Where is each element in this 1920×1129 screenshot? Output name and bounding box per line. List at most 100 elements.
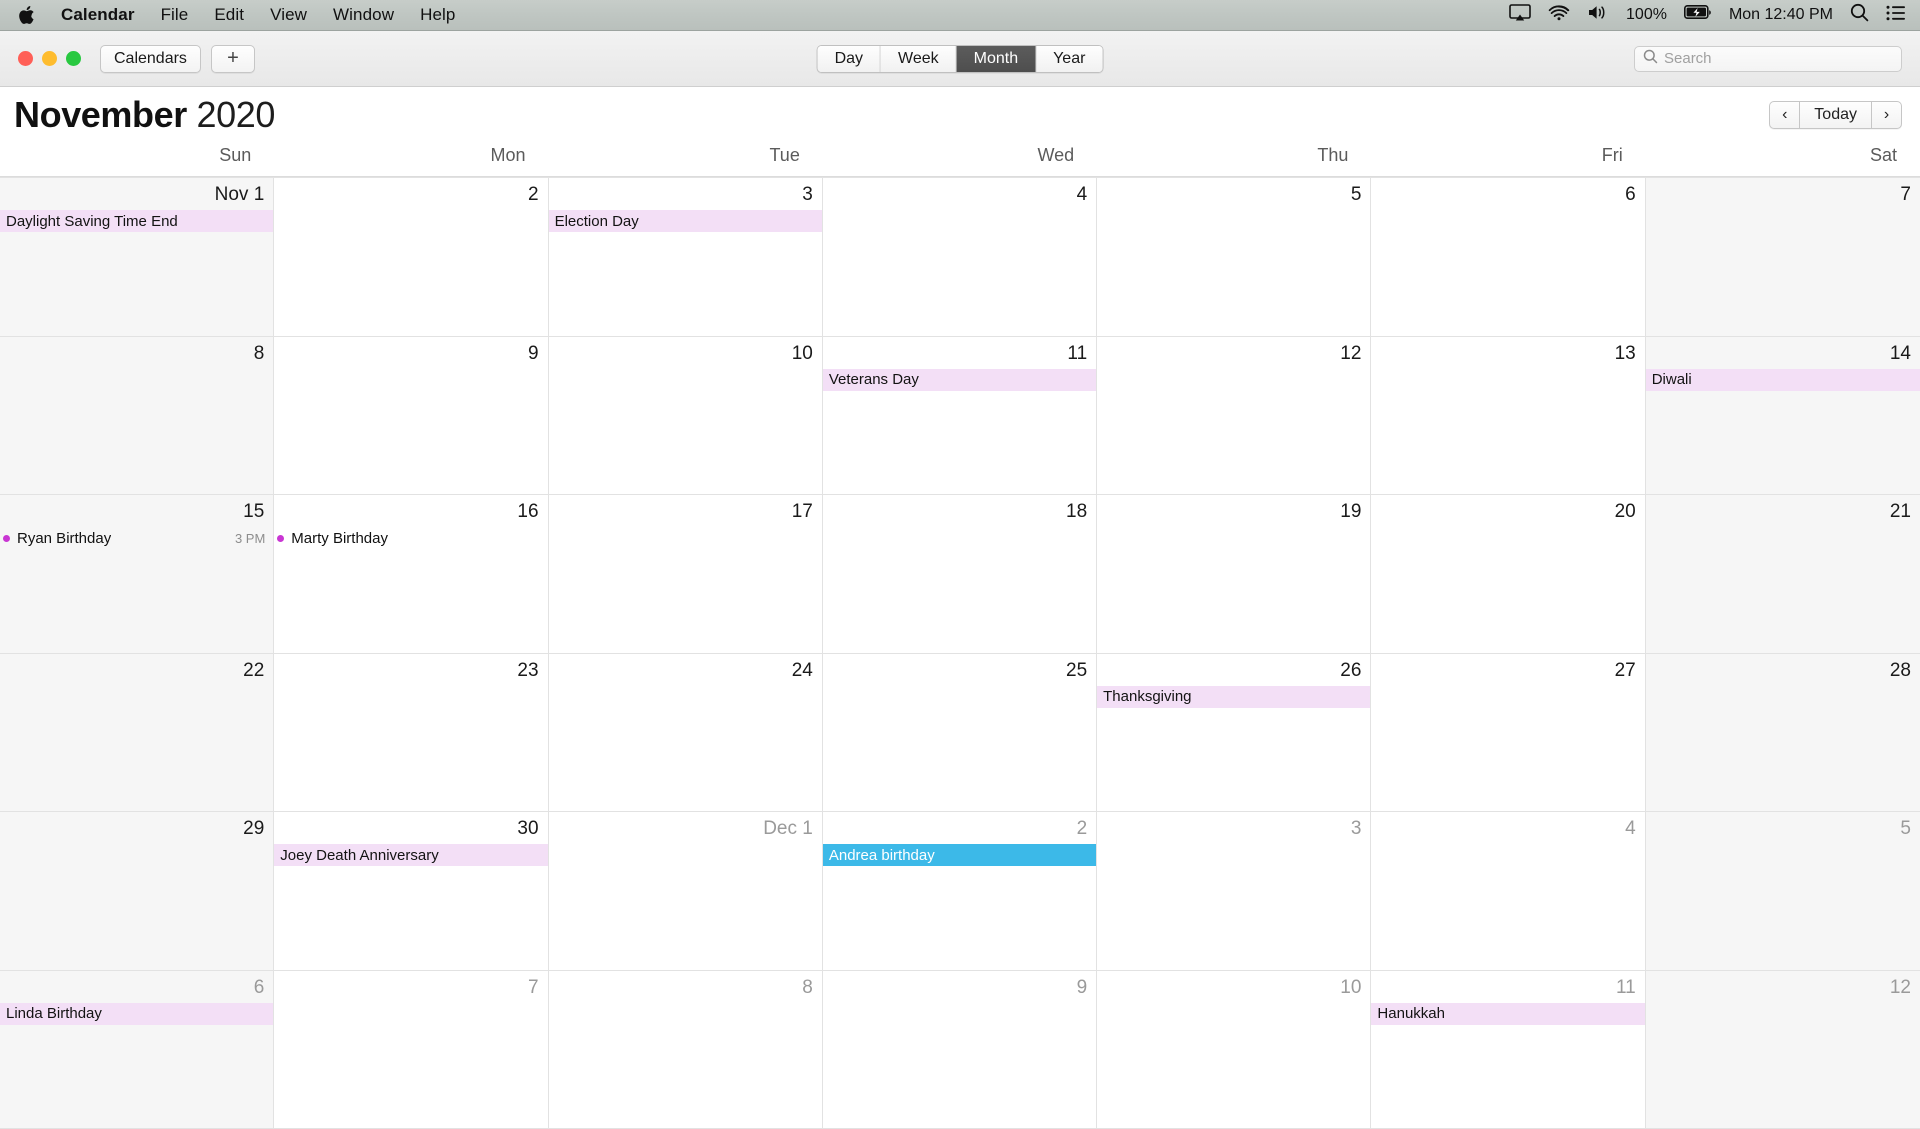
timed-event[interactable]: Marty Birthday: [274, 527, 547, 549]
day-cell[interactable]: 12: [1645, 970, 1920, 1129]
day-cell[interactable]: 2 Andrea birthday: [822, 812, 1098, 971]
menu-help[interactable]: Help: [420, 5, 455, 25]
apple-logo-icon[interactable]: [18, 5, 35, 25]
day-cell[interactable]: 24: [548, 653, 823, 812]
day-cell[interactable]: 13: [1371, 336, 1646, 495]
all-day-event[interactable]: Thanksgiving: [1097, 685, 1371, 708]
day-cell[interactable]: 19: [1097, 495, 1372, 654]
all-day-event[interactable]: Andrea birthday: [822, 844, 1097, 866]
minimize-window-button[interactable]: [42, 51, 57, 66]
day-cell[interactable]: 30 Joey Death Anniversary: [274, 812, 549, 971]
event-color-dot: [3, 534, 10, 542]
day-cell[interactable]: 5: [1645, 812, 1920, 971]
all-day-event[interactable]: Hanukkah: [1371, 1002, 1645, 1025]
event-title: Daylight Saving Time End: [6, 212, 178, 230]
next-month-button[interactable]: ›: [1872, 101, 1902, 129]
day-number: 4: [1076, 184, 1088, 205]
day-cell[interactable]: 16 Marty Birthday: [274, 495, 549, 654]
day-number: 9: [1076, 976, 1088, 998]
tab-year[interactable]: Year: [1036, 45, 1103, 72]
search-icon[interactable]: [1850, 3, 1869, 27]
close-window-button[interactable]: [18, 51, 33, 66]
day-cell[interactable]: 15 Ryan Birthday 3 PM: [0, 495, 275, 654]
day-cell[interactable]: 4: [822, 178, 1098, 337]
tab-day[interactable]: Day: [817, 45, 882, 72]
menu-edit[interactable]: Edit: [214, 5, 244, 25]
event-title: Joey Death Anniversary: [280, 846, 439, 864]
day-cell[interactable]: 17: [548, 495, 823, 654]
event-time: 3 PM: [234, 530, 266, 546]
day-cell[interactable]: 6: [1371, 178, 1646, 337]
day-number: 21: [1889, 501, 1911, 522]
day-cell[interactable]: 9: [822, 970, 1098, 1129]
weekday-label-mon: Mon: [490, 145, 526, 165]
menu-view[interactable]: View: [270, 5, 307, 25]
day-cell[interactable]: 28: [1645, 653, 1920, 812]
calendars-button[interactable]: Calendars: [100, 44, 201, 73]
day-number: 24: [791, 659, 813, 681]
event-title: Thanksgiving: [1103, 688, 1192, 705]
menu-clock[interactable]: Mon 12:40 PM: [1729, 6, 1833, 24]
airplay-icon[interactable]: [1509, 3, 1531, 27]
menu-bar-items: Calendar File Edit View Window Help: [18, 5, 455, 25]
day-cell[interactable]: 18: [822, 495, 1098, 654]
day-cell[interactable]: 11 Hanukkah: [1371, 970, 1646, 1129]
day-cell[interactable]: 3: [1097, 812, 1372, 971]
day-cell[interactable]: 12: [1097, 336, 1372, 495]
day-cell[interactable]: 29: [0, 812, 275, 971]
day-events: Thanksgiving: [1097, 685, 1371, 708]
search-box[interactable]: [1634, 45, 1902, 72]
all-day-event[interactable]: Veterans Day: [822, 368, 1097, 391]
day-cell[interactable]: 8: [548, 970, 823, 1129]
day-number: 27: [1614, 659, 1636, 681]
day-number: 16: [517, 501, 539, 522]
add-event-button[interactable]: +: [210, 44, 255, 73]
day-cell[interactable]: 7: [274, 970, 549, 1129]
maximize-window-button[interactable]: [66, 51, 81, 66]
day-cell[interactable]: 6 Linda Birthday: [0, 970, 275, 1129]
tab-week[interactable]: Week: [881, 45, 957, 72]
day-cell[interactable]: 9: [274, 336, 549, 495]
day-cell[interactable]: 11 Veterans Day: [822, 336, 1098, 495]
all-day-event[interactable]: Diwali: [1645, 368, 1920, 391]
day-cell[interactable]: 7: [1645, 178, 1920, 337]
today-button[interactable]: Today: [1799, 101, 1872, 129]
day-cell[interactable]: 10: [548, 336, 823, 495]
day-cell[interactable]: 23: [274, 653, 549, 812]
day-cell[interactable]: 22: [0, 653, 275, 812]
day-cell[interactable]: Dec 1: [548, 812, 823, 971]
day-cell[interactable]: 20: [1371, 495, 1646, 654]
day-cell[interactable]: Nov 1 Daylight Saving Time End: [0, 178, 275, 337]
day-number: 3: [1350, 818, 1362, 839]
search-input[interactable]: [1664, 50, 1893, 67]
day-number: 5: [1350, 184, 1362, 205]
battery-icon[interactable]: [1683, 5, 1712, 25]
day-cell[interactable]: 4: [1371, 812, 1646, 971]
day-cell[interactable]: 8: [0, 336, 275, 495]
day-cell[interactable]: 10: [1097, 970, 1372, 1129]
all-day-event[interactable]: Daylight Saving Time End: [0, 210, 274, 232]
day-cell[interactable]: 14 Diwali: [1645, 336, 1920, 495]
battery-percent-label[interactable]: 100%: [1626, 6, 1667, 24]
weekday-label-fri: Fri: [1601, 145, 1623, 165]
menu-window[interactable]: Window: [333, 5, 394, 25]
day-cell[interactable]: 5: [1097, 178, 1372, 337]
day-cell[interactable]: 2: [274, 178, 549, 337]
volume-icon[interactable]: [1587, 4, 1609, 26]
day-cell[interactable]: 26 Thanksgiving: [1097, 653, 1372, 812]
tab-month[interactable]: Month: [956, 45, 1037, 72]
day-cell[interactable]: 25: [822, 653, 1098, 812]
menu-app-name[interactable]: Calendar: [61, 5, 135, 25]
all-day-event[interactable]: Linda Birthday: [0, 1002, 274, 1025]
timed-event[interactable]: Ryan Birthday 3 PM: [0, 527, 273, 549]
previous-month-button[interactable]: ‹: [1769, 101, 1800, 129]
all-day-event[interactable]: Election Day: [548, 210, 822, 232]
all-day-event[interactable]: Joey Death Anniversary: [274, 844, 548, 866]
menu-file[interactable]: File: [161, 5, 189, 25]
day-cell[interactable]: 21: [1645, 495, 1920, 654]
control-center-icon[interactable]: [1886, 5, 1906, 26]
wifi-icon[interactable]: [1548, 4, 1570, 26]
day-cell[interactable]: 3 Election Day: [548, 178, 823, 337]
day-cell[interactable]: 27: [1371, 653, 1646, 812]
day-number: 8: [253, 342, 265, 364]
